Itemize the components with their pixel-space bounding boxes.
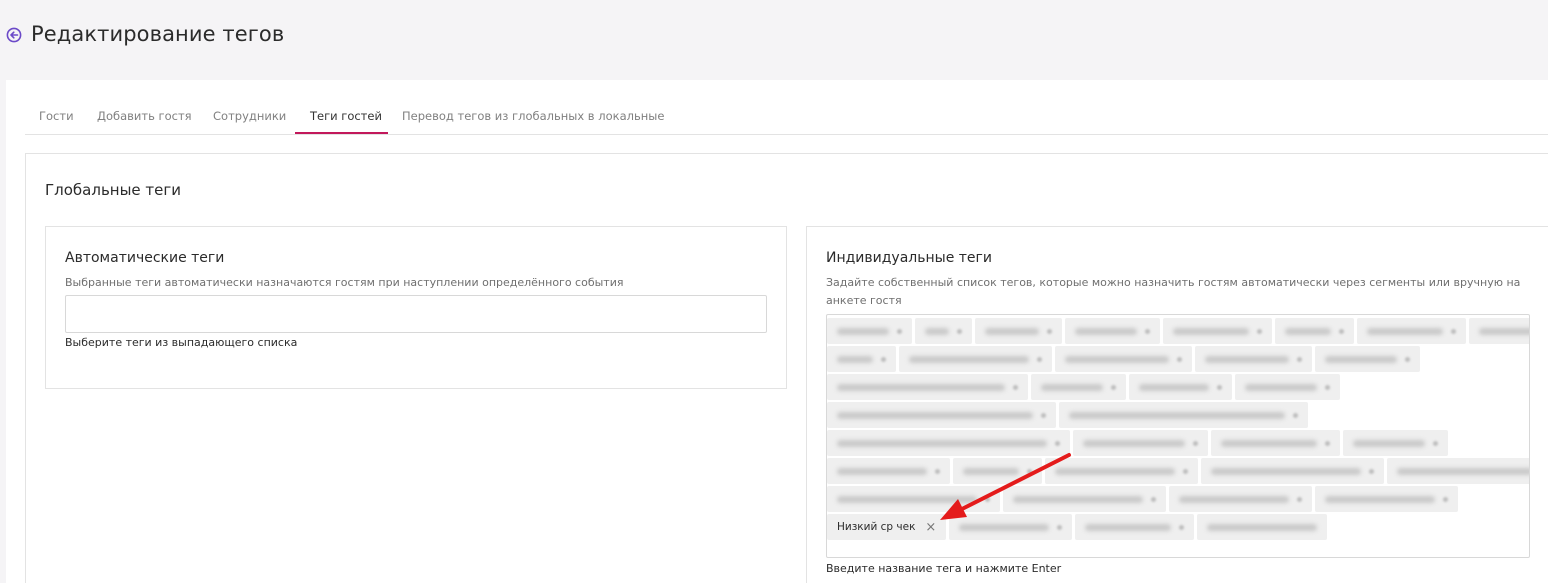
tag-chip[interactable]	[1059, 402, 1308, 428]
page-header: Редактирование тегов	[0, 0, 1548, 80]
tag-chip[interactable]	[1469, 318, 1529, 344]
back-arrow-icon[interactable]	[6, 27, 22, 43]
tag-chip[interactable]	[1129, 374, 1232, 400]
auto-tags-hint: Выберите теги из выпадающего списка	[65, 336, 298, 349]
tag-chip[interactable]	[915, 318, 972, 344]
tab-tag-transfer[interactable]: Перевод тегов из глобальных в локальные	[402, 109, 664, 123]
tag-chip[interactable]	[1195, 346, 1312, 372]
tag-chip[interactable]	[1055, 346, 1192, 372]
description-line-1: Задайте собственный список тегов, которы…	[826, 276, 1521, 289]
tag-chip[interactable]	[1343, 430, 1448, 456]
tag-chip[interactable]	[827, 458, 950, 484]
tag-chip[interactable]	[1075, 514, 1195, 540]
individual-tags-input[interactable]: Низкий ср чек ×	[826, 314, 1530, 558]
tag-chip[interactable]	[1357, 318, 1466, 344]
tag-chip[interactable]	[949, 514, 1073, 540]
tag-chip[interactable]	[1235, 374, 1340, 400]
tab-staff[interactable]: Сотрудники	[213, 109, 286, 123]
tag-chip[interactable]: Низкий ср чек ×	[827, 514, 947, 540]
tag-chip[interactable]	[1211, 430, 1340, 456]
section-title: Глобальные теги	[45, 181, 182, 199]
tab-guest-tags[interactable]: Теги гостей	[310, 109, 382, 123]
tag-label: Низкий ср чек	[837, 521, 916, 533]
individual-tags-hint: Введите название тега и нажмите Enter	[826, 562, 1062, 575]
tag-chip[interactable]	[1163, 318, 1272, 344]
tag-chip[interactable]	[1201, 458, 1384, 484]
tag-chip[interactable]	[827, 374, 1028, 400]
individual-tags-description: Задайте собственный список тегов, которы…	[826, 274, 1520, 310]
tag-chip[interactable]	[827, 318, 912, 344]
auto-tags-box: Автоматические теги Выбранные теги автом…	[45, 226, 787, 389]
auto-tags-description: Выбранные теги автоматически назначаются…	[65, 276, 624, 289]
tag-chip[interactable]	[975, 318, 1062, 344]
tag-chip[interactable]	[1065, 318, 1160, 344]
tag-chip[interactable]	[1315, 346, 1420, 372]
active-tab-indicator	[295, 132, 388, 134]
description-line-2: анкете гостя	[826, 294, 902, 307]
tab-bar: Гости Добавить гостя Сотрудники Теги гос…	[25, 106, 1548, 135]
tag-chip[interactable]	[827, 402, 1056, 428]
individual-tags-box: Индивидуальные теги Задайте собственный …	[806, 226, 1548, 583]
individual-tags-title: Индивидуальные теги	[826, 250, 992, 266]
tag-chip[interactable]	[1073, 430, 1208, 456]
tag-chip[interactable]	[1169, 486, 1312, 512]
remove-tag-icon[interactable]: ×	[925, 520, 936, 535]
tag-chip[interactable]	[1197, 514, 1328, 540]
tab-guests[interactable]: Гости	[39, 109, 74, 123]
tag-chip[interactable]	[1031, 374, 1126, 400]
tag-chip[interactable]	[1315, 486, 1458, 512]
tag-chip[interactable]	[827, 346, 896, 372]
auto-tags-select[interactable]	[65, 295, 767, 333]
tag-chip[interactable]	[1045, 458, 1198, 484]
page-title: Редактирование тегов	[31, 22, 285, 46]
tag-chip[interactable]	[1387, 458, 1529, 484]
global-tags-panel: Глобальные теги Автоматические теги Выбр…	[25, 153, 1548, 583]
tag-chip[interactable]	[1003, 486, 1166, 512]
tag-chip[interactable]	[953, 458, 1042, 484]
tag-chip[interactable]	[827, 430, 1070, 456]
tag-chip[interactable]	[899, 346, 1052, 372]
tag-chip[interactable]	[1275, 318, 1354, 344]
auto-tags-title: Автоматические теги	[65, 250, 225, 266]
tab-add-guest[interactable]: Добавить гостя	[97, 109, 192, 123]
tag-chip[interactable]	[827, 486, 1000, 512]
main-card: Гости Добавить гостя Сотрудники Теги гос…	[6, 80, 1548, 583]
